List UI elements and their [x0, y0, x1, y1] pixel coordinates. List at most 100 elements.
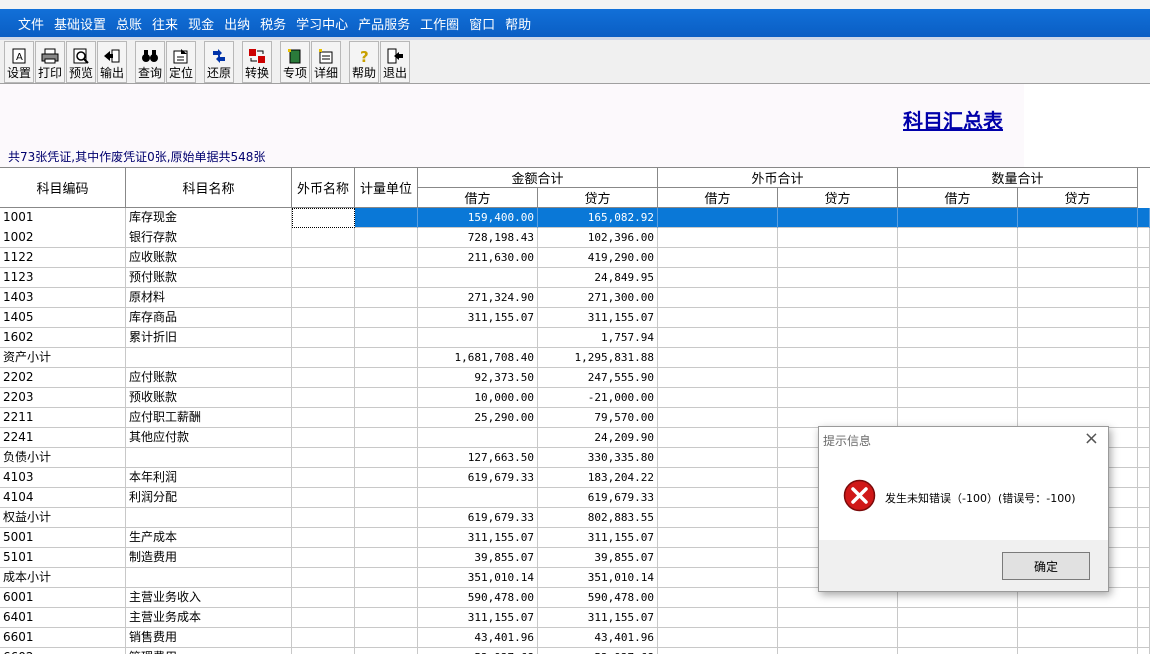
cell-code: 1122 — [0, 248, 126, 268]
header-foreign-credit[interactable]: 贷方 — [778, 188, 898, 208]
cell-currency — [292, 228, 355, 248]
header-name[interactable]: 科目名称 — [126, 168, 292, 208]
header-quantity-debit[interactable]: 借方 — [898, 188, 1018, 208]
cell-unit — [355, 228, 418, 248]
cell-amount-debit: 311,155.07 — [418, 528, 538, 548]
cell-quantity-debit — [898, 308, 1018, 328]
menu-basic-settings[interactable]: 基础设置 — [54, 14, 106, 33]
export-button[interactable]: 输出 — [97, 41, 127, 83]
header-quantity-credit[interactable]: 贷方 — [1018, 188, 1138, 208]
cell-name: 主营业务成本 — [126, 608, 292, 628]
table-row[interactable]: 6602管理费用 53,937.6853,937.68 — [0, 648, 1150, 654]
cell-unit — [355, 488, 418, 508]
help-label: 帮助 — [351, 66, 376, 80]
menu-general-ledger[interactable]: 总账 — [116, 14, 142, 33]
table-row[interactable]: 1123 预付账款 24,849.95 — [0, 268, 1150, 288]
menu-learning[interactable]: 学习中心 — [296, 14, 348, 33]
table-row[interactable]: 6401 主营业务成本 311,155.07 311,155.07 — [0, 608, 1150, 628]
cell-foreign-debit — [658, 608, 778, 628]
cell-code: 6602 — [0, 648, 126, 654]
menu-cash[interactable]: 现金 — [188, 14, 214, 33]
cell-amount-debit — [418, 328, 538, 348]
cell-code: 成本小计 — [0, 568, 126, 588]
cell-filler — [1138, 308, 1150, 328]
menu-tax[interactable]: 税务 — [260, 14, 286, 33]
header-amount-debit[interactable]: 借方 — [418, 188, 538, 208]
cell-amount-debit: 159,400.00 — [418, 208, 538, 228]
convert-button[interactable]: 转换 — [242, 41, 272, 83]
cell-unit — [355, 448, 418, 468]
cell-filler — [1138, 368, 1150, 388]
cell-quantity-debit — [898, 248, 1018, 268]
preview-button[interactable]: 预览 — [66, 41, 96, 83]
cell-name: 预收账款 — [126, 388, 292, 408]
print-label: 打印 — [37, 66, 62, 80]
header-amount-credit[interactable]: 贷方 — [538, 188, 658, 208]
locate-button[interactable]: 定位 — [166, 41, 196, 83]
cell-amount-credit: 311,155.07 — [538, 308, 658, 328]
special-button[interactable]: 专项 — [280, 41, 310, 83]
table-row[interactable]: 1001 库存现金 159,400.00 165,082.92 — [0, 208, 1150, 228]
cell-code: 1602 — [0, 328, 126, 348]
detail-button[interactable]: 详细 — [311, 41, 341, 83]
menu-window[interactable]: 窗口 — [469, 14, 495, 33]
menu-products[interactable]: 产品服务 — [358, 14, 410, 33]
cell-amount-credit: 311,155.07 — [538, 528, 658, 548]
menu-accounts[interactable]: 往来 — [152, 14, 178, 33]
dialog-message: 发生未知错误（-100）(错误号：-100) — [885, 492, 1076, 505]
cell-foreign-debit — [658, 288, 778, 308]
cell-amount-debit: 619,679.33 — [418, 508, 538, 528]
cell-foreign-debit — [658, 328, 778, 348]
ok-button[interactable]: 确定 — [1002, 552, 1090, 580]
menu-help[interactable]: 帮助 — [505, 14, 531, 33]
table-row[interactable]: 1002 银行存款 728,198.43 102,396.00 — [0, 228, 1150, 248]
cell-code: 6001 — [0, 588, 126, 608]
cell-amount-debit — [418, 268, 538, 288]
table-row[interactable]: 1602 累计折旧 1,757.94 — [0, 328, 1150, 348]
exit-button[interactable]: 退出 — [380, 41, 410, 83]
menu-file[interactable]: 文件 — [18, 14, 44, 33]
cell-amount-credit: 271,300.00 — [538, 288, 658, 308]
print-button[interactable]: 打印 — [35, 41, 65, 83]
cell-amount-credit: 24,849.95 — [538, 268, 658, 288]
error-dialog: 提示信息 × 发生未知错误（-100）(错误号：-100) 确定 — [818, 426, 1109, 592]
cell-name: 其他应付款 — [126, 428, 292, 448]
table-row[interactable]: 1405 库存商品 311,155.07 311,155.07 — [0, 308, 1150, 328]
table-row[interactable]: 1122 应收账款 211,630.00 419,290.00 — [0, 248, 1150, 268]
close-icon[interactable]: × — [1084, 428, 1099, 449]
table-row[interactable]: 1403 原材料 271,324.90 271,300.00 — [0, 288, 1150, 308]
header-foreign-debit[interactable]: 借方 — [658, 188, 778, 208]
table-row[interactable]: 2211 应付职工薪酬 25,290.00 79,570.00 — [0, 408, 1150, 428]
cell-code: 2211 — [0, 408, 126, 428]
table-row[interactable]: 2203 预收账款 10,000.00 -21,000.00 — [0, 388, 1150, 408]
menu-workcircle[interactable]: 工作圈 — [420, 14, 459, 33]
cell-filler — [1138, 548, 1150, 568]
cell-currency — [292, 588, 355, 608]
table-row[interactable]: 2202 应付账款 92,373.50 247,555.90 — [0, 368, 1150, 388]
cell-quantity-debit — [898, 368, 1018, 388]
table-row[interactable]: 资产小计 1,681,708.40 1,295,831.88 — [0, 348, 1150, 368]
help-button[interactable]: ? 帮助 — [349, 41, 379, 83]
cell-unit — [355, 248, 418, 268]
cell-foreign-debit — [658, 548, 778, 568]
cell-quantity-debit — [898, 288, 1018, 308]
menu-cashier[interactable]: 出纳 — [224, 14, 250, 33]
cell-unit — [355, 328, 418, 348]
cell-filler — [1138, 628, 1150, 648]
cell-foreign-credit — [778, 308, 898, 328]
header-code[interactable]: 科目编码 — [0, 168, 126, 208]
cell-quantity-credit — [1018, 388, 1138, 408]
header-currency[interactable]: 外币名称 — [292, 168, 355, 208]
cell-foreign-debit — [658, 408, 778, 428]
cell-name: 销售费用 — [126, 628, 292, 648]
cell-foreign-debit — [658, 368, 778, 388]
table-row[interactable]: 6601 销售费用 43,401.96 43,401.96 — [0, 628, 1150, 648]
header-unit[interactable]: 计量单位 — [355, 168, 418, 208]
cell-unit — [355, 408, 418, 428]
cell-code: 1002 — [0, 228, 126, 248]
restore-button[interactable]: 还原 — [204, 41, 234, 83]
settings-button[interactable]: A 设置 — [4, 41, 34, 83]
export-label: 输出 — [99, 66, 124, 80]
cell-filler — [1138, 248, 1150, 268]
query-button[interactable]: 查询 — [135, 41, 165, 83]
